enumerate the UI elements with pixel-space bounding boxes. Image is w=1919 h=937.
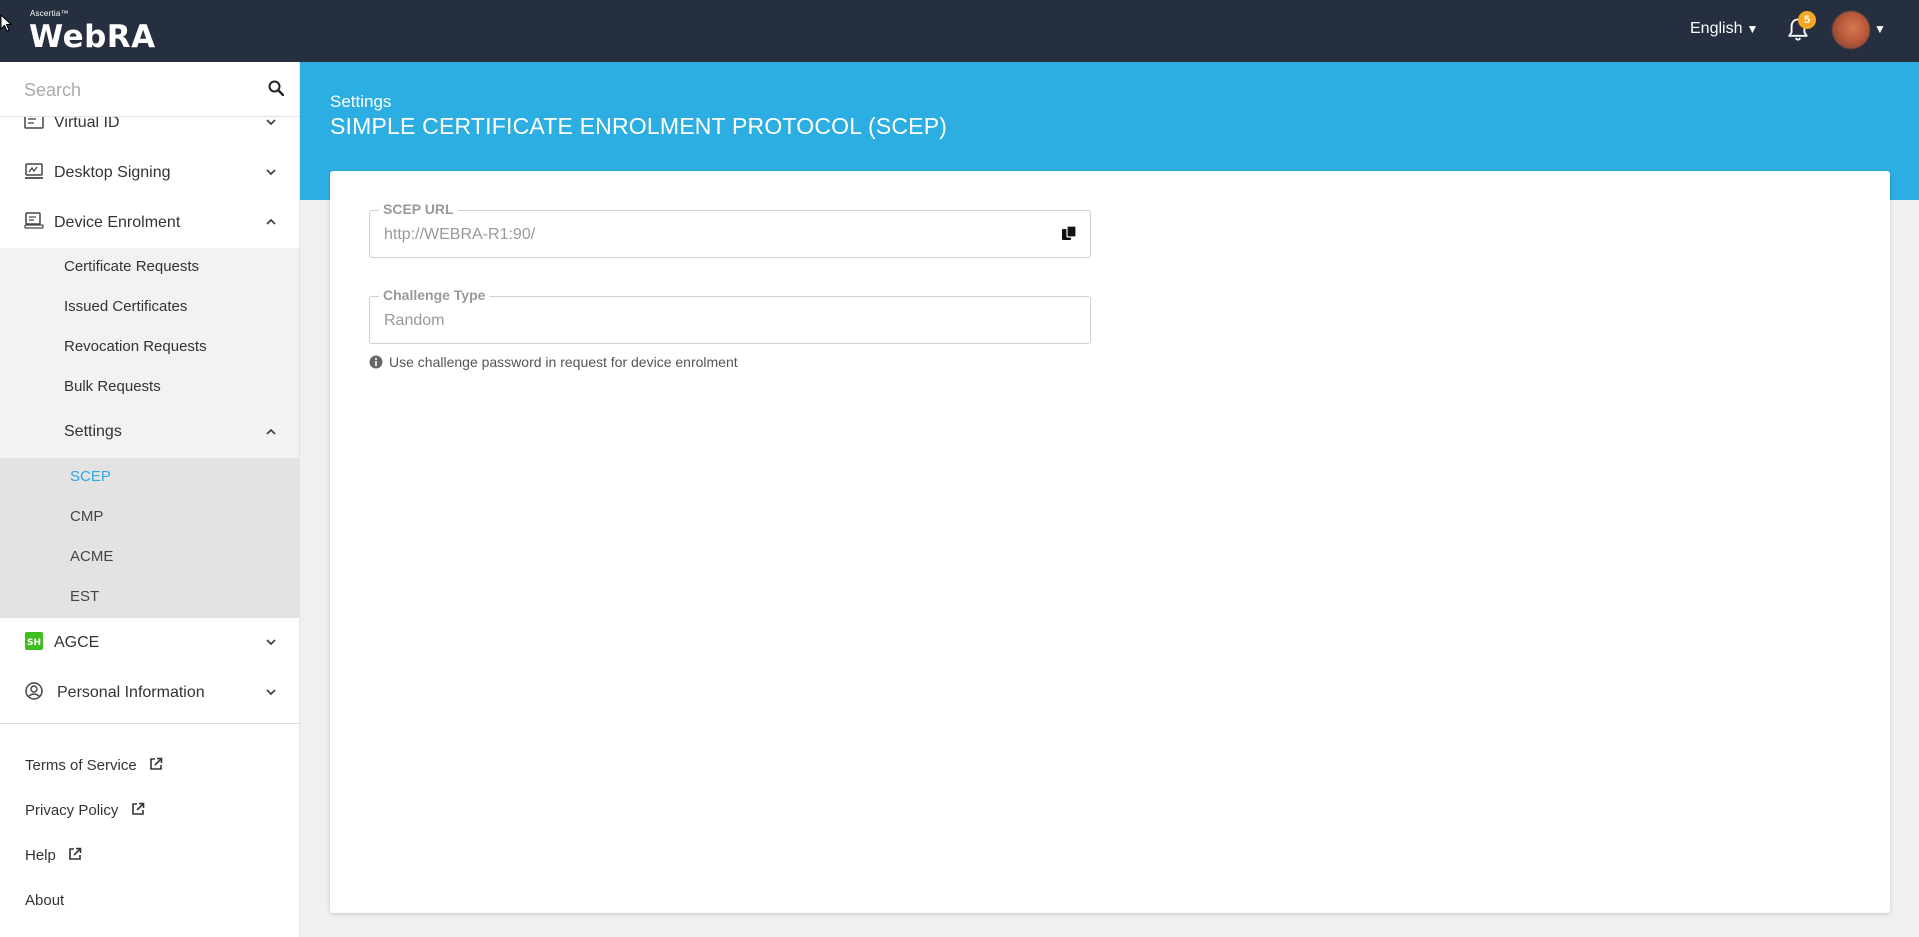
- sidebar-item-acme[interactable]: ACME: [70, 548, 113, 565]
- chevron-down-icon: [266, 689, 276, 696]
- hint-text: Use challenge password in request for de…: [389, 354, 738, 370]
- scep-url-value: http://WEBRA-R1:90/: [384, 226, 536, 243]
- sidebar-item-label: Settings: [64, 423, 122, 440]
- sidebar-item-desktop-signing[interactable]: Desktop Signing: [0, 148, 299, 198]
- sidebar-item-bulk-requests[interactable]: Bulk Requests: [64, 378, 161, 395]
- scep-url-field[interactable]: SCEP URL http://WEBRA-R1:90/: [369, 201, 1091, 258]
- caret-down-icon: ▼: [1746, 22, 1759, 36]
- privacy-policy-link[interactable]: Privacy Policy: [25, 802, 145, 819]
- search-bar: [0, 62, 299, 117]
- challenge-type-label: Challenge Type: [379, 287, 490, 303]
- external-link-icon: [131, 802, 144, 815]
- search-icon[interactable]: [268, 80, 284, 96]
- external-link-icon: [150, 757, 163, 770]
- chevron-down-icon: [266, 119, 276, 126]
- notification-badge: 5: [1798, 11, 1816, 29]
- chevron-up-icon: [266, 428, 276, 435]
- caret-down-icon[interactable]: ▼: [1874, 22, 1886, 36]
- sidebar-item-label: Desktop Signing: [54, 164, 171, 181]
- link-label: About: [25, 892, 65, 909]
- link-label: Terms of Service: [25, 757, 137, 774]
- sidebar-item-label: Personal Information: [57, 684, 205, 701]
- sidebar-item-label: Device Enrolment: [54, 214, 181, 231]
- settings-card: [330, 171, 1890, 913]
- sidebar-item-personal-information[interactable]: Personal Information: [0, 668, 299, 718]
- challenge-type-field[interactable]: Challenge Type Random: [369, 287, 1091, 344]
- external-link-icon: [69, 847, 82, 860]
- copy-icon[interactable]: [1061, 225, 1077, 243]
- svg-text:SH: SH: [27, 638, 41, 648]
- sidebar-item-revocation-requests[interactable]: Revocation Requests: [64, 338, 207, 355]
- challenge-type-hint: Use challenge password in request for de…: [369, 354, 738, 370]
- user-avatar[interactable]: [1832, 11, 1870, 49]
- breadcrumb[interactable]: Settings: [330, 92, 391, 112]
- scep-url-label: SCEP URL: [379, 201, 458, 217]
- language-label: English: [1690, 20, 1743, 37]
- monitor-signature-icon: [25, 163, 43, 179]
- language-selector[interactable]: English ▼: [1690, 20, 1758, 38]
- sidebar-divider: [0, 723, 299, 724]
- sidebar-item-device-enrolment[interactable]: Device Enrolment: [0, 198, 299, 248]
- sidebar: Virtual ID Desktop Signing Device Enrolm…: [0, 62, 300, 937]
- about-link[interactable]: About: [25, 892, 64, 909]
- help-link[interactable]: Help: [25, 847, 82, 864]
- info-icon: [369, 355, 383, 369]
- chevron-down-icon: [266, 639, 276, 646]
- sidebar-item-settings[interactable]: Settings: [0, 408, 299, 458]
- mouse-cursor-icon: [0, 14, 12, 32]
- sidebar-item-certificate-requests[interactable]: Certificate Requests: [64, 258, 199, 275]
- sidebar-item-label: AGCE: [54, 634, 100, 651]
- top-bar: [0, 0, 1919, 62]
- agce-icon: SH: [25, 632, 43, 650]
- sidebar-item-est[interactable]: EST: [70, 588, 99, 605]
- logo-brand: Ascertia™: [30, 9, 69, 18]
- user-circle-icon: [25, 682, 43, 700]
- sidebar-item-cmp[interactable]: CMP: [70, 508, 103, 525]
- link-label: Help: [25, 847, 56, 864]
- device-icon: [24, 212, 44, 229]
- search-input[interactable]: [24, 76, 254, 104]
- sidebar-item-agce[interactable]: SH AGCE: [0, 618, 299, 668]
- challenge-type-value: Random: [384, 312, 445, 329]
- sidebar-item-scep[interactable]: SCEP: [70, 468, 111, 485]
- terms-of-service-link[interactable]: Terms of Service: [25, 757, 163, 774]
- settings-submenu: [0, 458, 299, 618]
- logo-name: WebRA: [29, 19, 156, 55]
- sidebar-item-issued-certificates[interactable]: Issued Certificates: [64, 298, 187, 315]
- chevron-down-icon: [266, 169, 276, 176]
- chevron-up-icon: [266, 218, 276, 225]
- page-title: SIMPLE CERTIFICATE ENROLMENT PROTOCOL (S…: [330, 113, 948, 139]
- link-label: Privacy Policy: [25, 802, 119, 819]
